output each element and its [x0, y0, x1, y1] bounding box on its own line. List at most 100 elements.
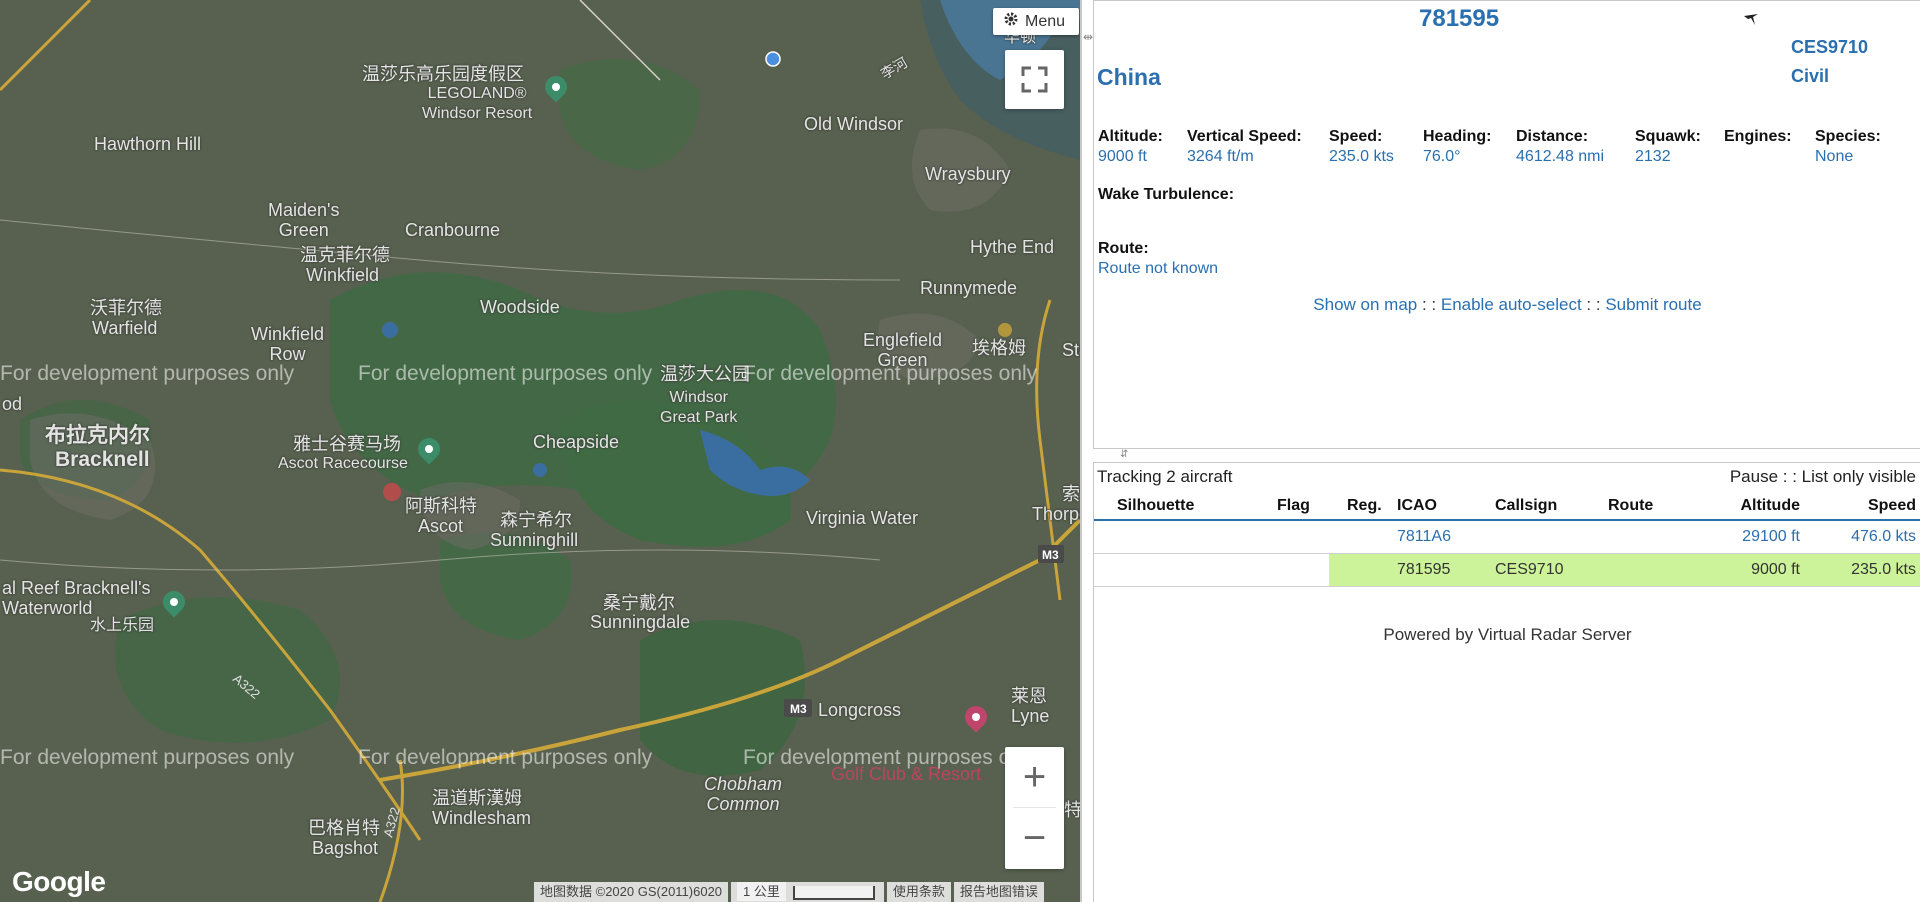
place-label: 阿斯科特 — [405, 496, 477, 516]
place-label: Windsor Great Park — [660, 389, 738, 426]
column-header-flag[interactable]: Flag — [1239, 493, 1329, 521]
fullscreen-button[interactable] — [1005, 50, 1064, 109]
place-label: 莱恩 — [1011, 686, 1047, 706]
cell-silhouette — [1094, 520, 1239, 554]
cell-speed: 235.0 kts — [1810, 553, 1920, 587]
place-label: al Reef Bracknell's Waterworld — [2, 578, 151, 618]
place-label: Winkfield Row — [251, 324, 325, 364]
svg-text:M3: M3 — [790, 702, 807, 716]
gear-icon — [1003, 11, 1019, 32]
place-label: Old Windsor — [804, 114, 904, 134]
cell-silhouette — [1094, 554, 1239, 587]
place-label: Stai — [1062, 340, 1080, 360]
field-route: Route: Route not known — [1098, 240, 1219, 277]
place-label: 索 — [1062, 484, 1080, 504]
place-label: Cranbourne — [405, 220, 501, 240]
place-label: Warfield — [92, 318, 158, 338]
place-label: 温道斯漢姆 — [432, 788, 522, 808]
field-engines: Engines: — [1724, 128, 1792, 145]
column-header-speed[interactable]: Speed — [1810, 493, 1920, 521]
horizontal-splitter[interactable] — [1093, 449, 1920, 462]
report-error-link[interactable]: 报告地图错误 — [953, 882, 1044, 902]
list-options: Pause : : List only visible — [1729, 467, 1916, 486]
place-label: Longcross — [818, 700, 902, 720]
place-label: Winkfield — [306, 265, 380, 285]
place-label: Ascot — [418, 516, 464, 536]
species-category: Civil — [1791, 66, 1830, 86]
place-label: Cheapside — [533, 432, 620, 452]
splitter-grip-icon[interactable]: ⇵ — [1120, 449, 1128, 460]
place-label: 埃格姆 — [972, 338, 1026, 358]
cell-altitude: 9000 ft — [1693, 553, 1810, 587]
map-data-credit: 地图数据 ©2020 GS(2011)6020 — [534, 882, 729, 902]
map-attribution: 地图数据 ©2020 GS(2011)6020 1 公里 使用条款 报告地图错误 — [534, 882, 1047, 902]
field-species: Species: None — [1815, 128, 1881, 165]
place-label: 沃菲尔德 — [90, 298, 162, 318]
callsign-value: CES9710 — [1791, 37, 1869, 57]
place-label: Windlesham — [432, 808, 532, 828]
column-header-callsign[interactable]: Callsign — [1495, 493, 1608, 521]
place-label: od — [2, 394, 23, 414]
splitter-grip-icon[interactable]: ⇹ — [1083, 30, 1093, 44]
menu-label: Menu — [1025, 12, 1066, 30]
enable-auto-select-link[interactable]: Enable auto-select — [1441, 295, 1582, 314]
pause-link[interactable]: Pause — [1730, 467, 1778, 486]
cell-callsign: CES9710 — [1495, 553, 1608, 587]
table-row-selected[interactable]: 781595 CES9710 9000 ft 235.0 kts — [1094, 553, 1920, 587]
zoom-in-button[interactable]: + — [1005, 747, 1064, 807]
place-label: 巴格肖特 — [308, 818, 380, 838]
dev-watermark: For development purposes only — [358, 746, 653, 769]
cell-speed: 476.0 kts — [1851, 528, 1916, 545]
table-row[interactable]: 7811A6 29100 ft 476.0 kts — [1094, 520, 1920, 554]
zoom-out-button[interactable]: − — [1005, 808, 1064, 868]
place-label: Maiden's Green — [268, 200, 340, 240]
place-label: Sunninghill — [490, 530, 579, 550]
icao-title: 781595 — [1419, 5, 1500, 32]
plane-heading-icon — [1744, 14, 1758, 25]
terms-link[interactable]: 使用条款 — [886, 882, 951, 902]
place-label: 水上乐园 — [90, 617, 155, 634]
column-header-altitude[interactable]: Altitude — [1693, 493, 1810, 521]
cell-altitude: 29100 ft — [1742, 528, 1800, 545]
dev-watermark: For development purposes only — [358, 362, 653, 385]
place-label: Hythe End — [970, 237, 1055, 257]
cell-route — [1608, 520, 1693, 554]
menu-button[interactable]: Menu — [993, 8, 1079, 35]
tracking-count: Tracking 2 aircraft — [1097, 467, 1233, 486]
submit-route-link[interactable]: Submit route — [1605, 295, 1701, 314]
place-label: Wraysbury — [925, 164, 1011, 184]
column-header-silhouette[interactable]: Silhouette — [1094, 493, 1239, 521]
fullscreen-icon — [1021, 66, 1048, 93]
dev-watermark: For development purposes only — [0, 746, 295, 769]
field-squawk: Squawk: 2132 — [1635, 128, 1701, 165]
show-on-map-link[interactable]: Show on map — [1313, 295, 1417, 314]
country-value: China — [1097, 64, 1161, 90]
svg-text:M3: M3 — [1042, 548, 1059, 562]
place-label: 特 — [1064, 800, 1082, 820]
place-label: 桑宁戴尔 — [603, 593, 675, 613]
place-label: 布拉克内尔 — [45, 424, 150, 447]
place-label: Woodside — [480, 297, 560, 317]
dev-watermark: For development purposes only — [743, 746, 1038, 769]
place-label: Bagshot — [312, 838, 379, 858]
place-label: 温克菲尔德 — [300, 245, 390, 265]
cell-callsign — [1495, 520, 1608, 554]
field-speed: Speed: 235.0 kts — [1329, 128, 1394, 165]
place-label: Sunningdale — [590, 612, 691, 632]
field-altitude: Altitude: 9000 ft — [1098, 128, 1163, 165]
vertical-splitter[interactable] — [1082, 0, 1093, 902]
map-scale[interactable]: 1 公里 — [731, 882, 884, 902]
map-view[interactable]: M3 M3 A322 A322 温莎乐高乐园度假区 LEGOLAND® Wind… — [0, 0, 1082, 902]
field-distance: Distance: 4612.48 nmi — [1516, 128, 1605, 165]
place-label: LEGOLAND® Windsor Resort — [422, 85, 533, 122]
aircraft-detail-panel: 781595 CES9710 China Civil Altitude: 9000… — [1093, 0, 1920, 449]
column-header-reg[interactable]: Reg. — [1329, 493, 1397, 521]
list-only-visible-link[interactable]: List only visible — [1802, 467, 1916, 486]
cell-reg — [1329, 520, 1397, 554]
cell-flag — [1239, 520, 1329, 554]
google-logo: Google — [12, 866, 106, 897]
column-header-route[interactable]: Route — [1608, 493, 1693, 521]
place-label: 温莎大公园 — [660, 364, 750, 384]
column-header-icao[interactable]: ICAO — [1397, 493, 1495, 521]
dev-watermark: For development purposes only — [743, 362, 1038, 385]
